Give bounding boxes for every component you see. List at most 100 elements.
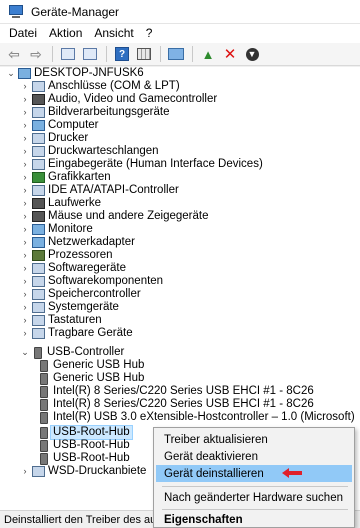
menu-update-driver[interactable]: Treiber aktualisieren	[156, 431, 352, 448]
tree-root[interactable]: ⌄ DESKTOP-JNFUSK6	[6, 67, 144, 80]
scan-hardware-button[interactable]	[166, 45, 186, 63]
chevron-right-icon[interactable]: ›	[20, 210, 30, 223]
chevron-right-icon[interactable]: ›	[20, 314, 30, 327]
tree-category[interactable]: › Tragbare Geräte	[20, 327, 133, 340]
camera-icon	[32, 107, 45, 118]
chevron-right-icon[interactable]: ›	[20, 275, 30, 288]
chevron-right-icon[interactable]: ›	[20, 106, 30, 119]
usb-icon	[40, 372, 48, 385]
chevron-right-icon[interactable]: ›	[20, 93, 30, 106]
show-hide-console-tree-button[interactable]	[58, 45, 78, 63]
menu-properties[interactable]: Eigenschaften	[156, 511, 352, 528]
title-bar: Geräte-Manager	[0, 0, 360, 24]
chevron-right-icon[interactable]: ›	[20, 158, 30, 171]
menu-disable-device[interactable]: Gerät deaktivieren	[156, 448, 352, 465]
chevron-right-icon[interactable]: ›	[20, 249, 30, 262]
chevron-right-icon[interactable]: ›	[20, 262, 30, 275]
tree-category[interactable]: › Systemgeräte	[20, 301, 119, 314]
print-queue-icon	[32, 146, 45, 157]
tree-category[interactable]: › Netzwerkadapter	[20, 236, 135, 249]
back-arrow-icon: ⇦	[8, 45, 20, 62]
chevron-right-icon[interactable]: ›	[20, 236, 30, 249]
usb-icon	[40, 426, 48, 439]
tree-category[interactable]: › Anschlüsse (COM & LPT)	[20, 80, 180, 93]
tree-category[interactable]: › Computer	[20, 119, 99, 132]
tree-category[interactable]: › Druckwarteschlangen	[20, 145, 159, 158]
tree-category[interactable]: › Prozessoren	[20, 249, 113, 262]
tree-category[interactable]: › Softwaregeräte	[20, 262, 126, 275]
computer-icon	[18, 68, 31, 79]
portable-device-icon	[32, 328, 45, 339]
hid-icon	[32, 159, 45, 170]
chevron-right-icon[interactable]: ›	[20, 119, 30, 132]
tree-category[interactable]: › Audio, Video und Gamecontroller	[20, 93, 217, 106]
chevron-right-icon[interactable]: ›	[20, 197, 30, 210]
back-button[interactable]: ⇦	[4, 45, 24, 63]
usb-icon	[40, 398, 48, 411]
tree-category[interactable]: › Softwarekomponenten	[20, 275, 163, 288]
window-title: Geräte-Manager	[31, 4, 120, 19]
usb-device[interactable]: Intel(R) USB 3.0 eXtensible-Hostcontroll…	[36, 411, 355, 424]
tree-category[interactable]: › Bildverarbeitungsgeräte	[20, 106, 169, 119]
chevron-right-icon[interactable]: ›	[20, 145, 30, 158]
menu-aktion[interactable]: Aktion	[43, 24, 88, 43]
menu-uninstall-device[interactable]: Gerät deinstallieren	[156, 465, 352, 482]
tree-category-wsd[interactable]: › WSD-Druckanbiete	[20, 465, 146, 478]
update-driver-button[interactable]: ▲	[198, 45, 218, 63]
keyboard-icon	[32, 315, 45, 326]
chevron-right-icon[interactable]: ›	[20, 288, 30, 301]
monitor-icon	[32, 224, 45, 235]
menu-help[interactable]: ?	[140, 24, 159, 43]
enable-device-button[interactable]: ▼	[242, 45, 262, 63]
menu-datei[interactable]: Datei	[3, 24, 43, 43]
console-tree-icon	[61, 48, 75, 60]
tree-category[interactable]: › Laufwerke	[20, 197, 101, 210]
menu-scan-hardware[interactable]: Nach geänderter Hardware suchen	[156, 489, 352, 506]
toolbar: ⇦ ⇨ ? ▲ ✕ ▼	[0, 43, 360, 66]
printer-icon	[32, 133, 45, 144]
usb-device[interactable]: Intel(R) 8 Series/C220 Series USB EHCI #…	[36, 398, 314, 411]
usb-icon	[40, 411, 48, 424]
red-arrow-icon	[282, 468, 302, 478]
tree-category[interactable]: › Monitore	[20, 223, 93, 236]
chevron-right-icon[interactable]: ›	[20, 171, 30, 184]
usb-device[interactable]: Generic USB Hub	[36, 372, 144, 385]
tree-category[interactable]: › IDE ATA/ATAPI-Controller	[20, 184, 179, 197]
usb-device-selected[interactable]: USB-Root-Hub	[36, 425, 133, 440]
tree-category[interactable]: › Eingabegeräte (Human Interface Devices)	[20, 158, 263, 171]
forward-button[interactable]: ⇨	[26, 45, 46, 63]
tree-category[interactable]: › Speichercontroller	[20, 288, 141, 301]
usb-device[interactable]: Intel(R) 8 Series/C220 Series USB EHCI #…	[36, 385, 314, 398]
collapse-icon[interactable]: ⌄	[20, 346, 30, 359]
usb-device[interactable]: USB-Root-Hub	[36, 439, 130, 452]
menu-bar: Datei Aktion Ansicht ?	[0, 24, 360, 43]
menu-ansicht[interactable]: Ansicht	[88, 24, 139, 43]
properties-view-button[interactable]	[80, 45, 100, 63]
context-menu: Treiber aktualisieren Gerät deaktivieren…	[153, 427, 355, 528]
usb-device[interactable]: Generic USB Hub	[36, 359, 144, 372]
tree-category[interactable]: › Drucker	[20, 132, 88, 145]
mouse-icon	[32, 211, 45, 222]
chevron-right-icon[interactable]: ›	[20, 327, 30, 340]
action-pane-button[interactable]	[134, 45, 154, 63]
chevron-right-icon[interactable]: ›	[20, 223, 30, 236]
usb-device[interactable]: USB-Root-Hub	[36, 452, 130, 465]
toolbar-separator	[192, 46, 193, 62]
download-icon: ▼	[245, 47, 259, 61]
chevron-right-icon[interactable]: ›	[20, 301, 30, 314]
tree-category[interactable]: › Grafikkarten	[20, 171, 111, 184]
help-button[interactable]: ?	[112, 45, 132, 63]
uninstall-button[interactable]: ✕	[220, 45, 240, 63]
tree-category[interactable]: › Tastaturen	[20, 314, 102, 327]
toolbar-separator	[106, 46, 107, 62]
chevron-right-icon[interactable]: ›	[20, 465, 30, 478]
collapse-icon[interactable]: ⌄	[6, 67, 16, 80]
chevron-right-icon[interactable]: ›	[20, 80, 30, 93]
tree-category-usb[interactable]: ⌄ USB-Controller	[20, 346, 124, 359]
chevron-right-icon[interactable]: ›	[20, 184, 30, 197]
tree-category[interactable]: › Mäuse und andere Zeigegeräte	[20, 210, 208, 223]
chevron-right-icon[interactable]: ›	[20, 132, 30, 145]
usb-icon	[34, 346, 42, 359]
usb-icon	[40, 359, 48, 372]
storage-controller-icon	[32, 289, 45, 300]
